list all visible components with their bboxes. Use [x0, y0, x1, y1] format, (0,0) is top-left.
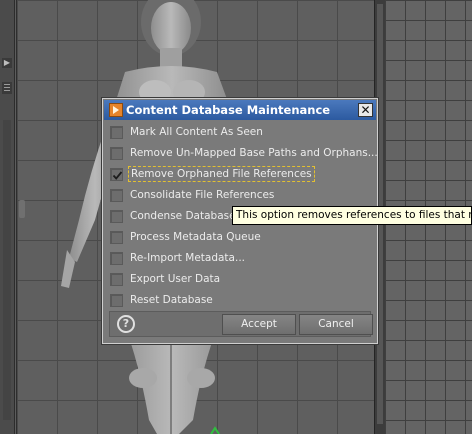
checkbox[interactable]: [110, 294, 123, 307]
option-process-metadata-queue[interactable]: Process Metadata Queue: [110, 228, 362, 247]
close-icon[interactable]: ✕: [358, 103, 373, 117]
option-label: Consolidate File References: [130, 189, 275, 201]
option-label: Remove Orphaned File References: [128, 166, 315, 182]
option-consolidate-file-references[interactable]: Consolidate File References: [110, 186, 362, 205]
dialog-title: Content Database Maintenance: [126, 103, 331, 117]
dialog-titlebar[interactable]: Content Database Maintenance ✕: [104, 100, 376, 120]
checkbox[interactable]: [110, 189, 123, 202]
checkbox[interactable]: [110, 126, 123, 139]
option-label: Remove Un-Mapped Base Paths and Orphans.…: [130, 147, 378, 159]
help-icon[interactable]: ?: [117, 315, 135, 333]
option-label: Process Metadata Queue: [130, 231, 261, 243]
cancel-button[interactable]: Cancel: [299, 314, 373, 335]
option-label: Condense Database: [130, 210, 236, 222]
option-remove-unmapped-base-paths[interactable]: Remove Un-Mapped Base Paths and Orphans.…: [110, 144, 378, 163]
option-tooltip: This option removes references to files …: [232, 206, 472, 225]
checkbox[interactable]: [110, 273, 123, 286]
checkbox[interactable]: [110, 210, 123, 223]
checkbox[interactable]: [110, 168, 123, 181]
checkmark-icon: [112, 171, 123, 180]
option-export-user-data[interactable]: Export User Data: [110, 270, 362, 289]
accept-button[interactable]: Accept: [222, 314, 296, 335]
option-label: Re-Import Metadata...: [130, 252, 245, 264]
checkbox[interactable]: [110, 147, 123, 160]
collapse-arrow-icon[interactable]: ▶: [2, 58, 12, 68]
option-label: Reset Database: [130, 294, 213, 306]
option-label: Mark All Content As Seen: [130, 126, 263, 138]
app-logo-icon: [109, 103, 123, 117]
left-side-panel: ▶: [0, 0, 15, 434]
option-reimport-metadata[interactable]: Re-Import Metadata...: [110, 249, 362, 268]
left-scrollbar[interactable]: [3, 120, 11, 420]
checkbox[interactable]: [110, 231, 123, 244]
dialog-footer: ? Accept Cancel: [109, 311, 373, 337]
option-mark-all-content-as-seen[interactable]: Mark All Content As Seen: [110, 123, 362, 142]
checkbox[interactable]: [110, 252, 123, 265]
panel-menu-icon[interactable]: [2, 82, 12, 94]
option-remove-orphaned-file-references[interactable]: Remove Orphaned File References: [110, 165, 362, 184]
option-reset-database[interactable]: Reset Database: [110, 291, 362, 310]
option-label: Export User Data: [130, 273, 221, 285]
